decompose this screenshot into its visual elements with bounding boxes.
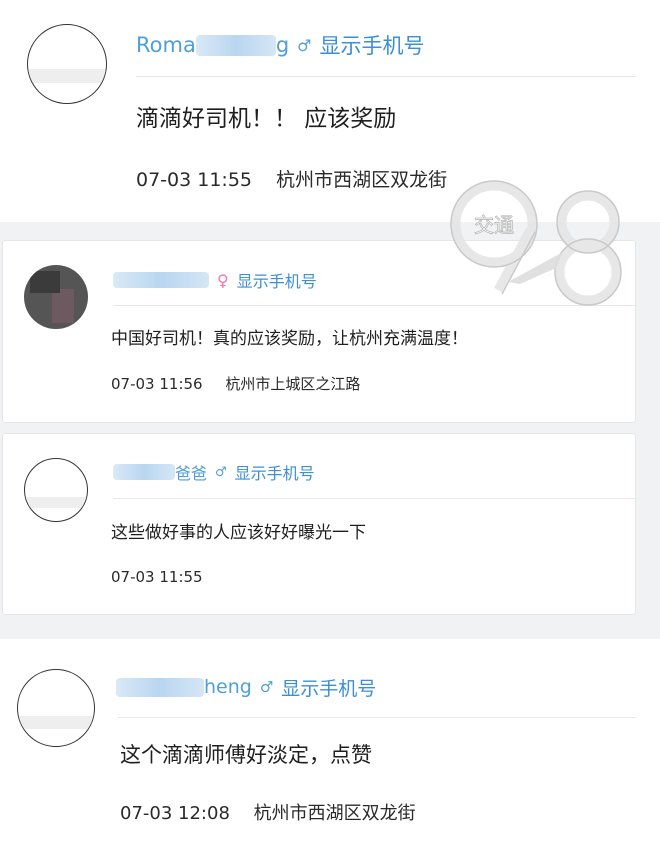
- avatar[interactable]: [24, 458, 88, 522]
- comment-text: 中国好司机！真的应该奖励，让杭州充满温度！: [111, 329, 468, 349]
- comment-meta: 07-03 11:55 杭州市西湖区双龙街: [136, 165, 447, 192]
- timestamp: 07-03 11:55: [111, 568, 203, 586]
- location: 杭州市西湖区双龙街: [253, 803, 416, 824]
- comment-text: 这些做好事的人应该好好曝光一下: [111, 523, 366, 543]
- female-icon: ♀: [217, 270, 229, 290]
- username-suffix[interactable]: 爸爸: [175, 460, 207, 484]
- show-phone-link[interactable]: 显示手机号: [237, 268, 317, 292]
- comment-text: 这个滴滴师傅好淡定，点赞: [120, 743, 372, 767]
- watermark-logo: 交通: [438, 172, 628, 322]
- comment-card: 爸爸 ♂ 显示手机号 这些做好事的人应该好好曝光一下 07-03 11:55: [2, 433, 636, 615]
- username-suffix[interactable]: heng: [204, 676, 252, 698]
- male-icon: ♂: [215, 464, 227, 480]
- male-icon: ♂: [297, 35, 312, 55]
- timestamp: 07-03 12:08: [120, 803, 230, 824]
- avatar[interactable]: [17, 669, 95, 747]
- blurred-name: [113, 272, 209, 288]
- timestamp: 07-03 11:56: [111, 375, 203, 393]
- username-suffix[interactable]: g: [276, 33, 289, 57]
- comment-meta: 07-03 12:08 杭州市西湖区双龙街: [120, 799, 416, 825]
- username[interactable]: Roma: [136, 33, 196, 57]
- comment-header: ♀ 显示手机号: [113, 269, 317, 291]
- comment-meta: 07-03 11:56 杭州市上城区之江路: [111, 373, 360, 394]
- show-phone-link[interactable]: 显示手机号: [235, 460, 315, 484]
- comment-header: heng ♂ 显示手机号: [116, 674, 376, 700]
- show-phone-link[interactable]: 显示手机号: [320, 30, 425, 60]
- watermark-badge: 交通: [474, 213, 514, 237]
- timestamp: 07-03 11:55: [136, 169, 253, 191]
- divider: [136, 76, 636, 77]
- male-icon: ♂: [259, 678, 274, 696]
- comment-header: 爸爸 ♂ 显示手机号: [113, 461, 315, 483]
- comment-card: heng ♂ 显示手机号 这个滴滴师傅好淡定，点赞 07-03 12:08 杭州…: [0, 639, 660, 847]
- avatar[interactable]: [24, 265, 88, 329]
- blurred-name: [113, 464, 175, 480]
- comment-meta: 07-03 11:55: [111, 568, 203, 586]
- divider: [113, 498, 635, 499]
- comment-header: Roma g ♂ 显示手机号: [136, 31, 425, 59]
- watermark-logo-icon: 交通: [450, 180, 622, 306]
- avatar[interactable]: [27, 24, 107, 104]
- blurred-name: [116, 677, 204, 697]
- divider: [118, 717, 636, 718]
- location: 杭州市西湖区双龙街: [276, 169, 448, 191]
- blurred-name: [195, 34, 276, 56]
- show-phone-link[interactable]: 显示手机号: [281, 674, 376, 701]
- comment-text: 滴滴好司机！！ 应该奖励: [136, 106, 397, 132]
- location: 杭州市上城区之江路: [225, 375, 361, 393]
